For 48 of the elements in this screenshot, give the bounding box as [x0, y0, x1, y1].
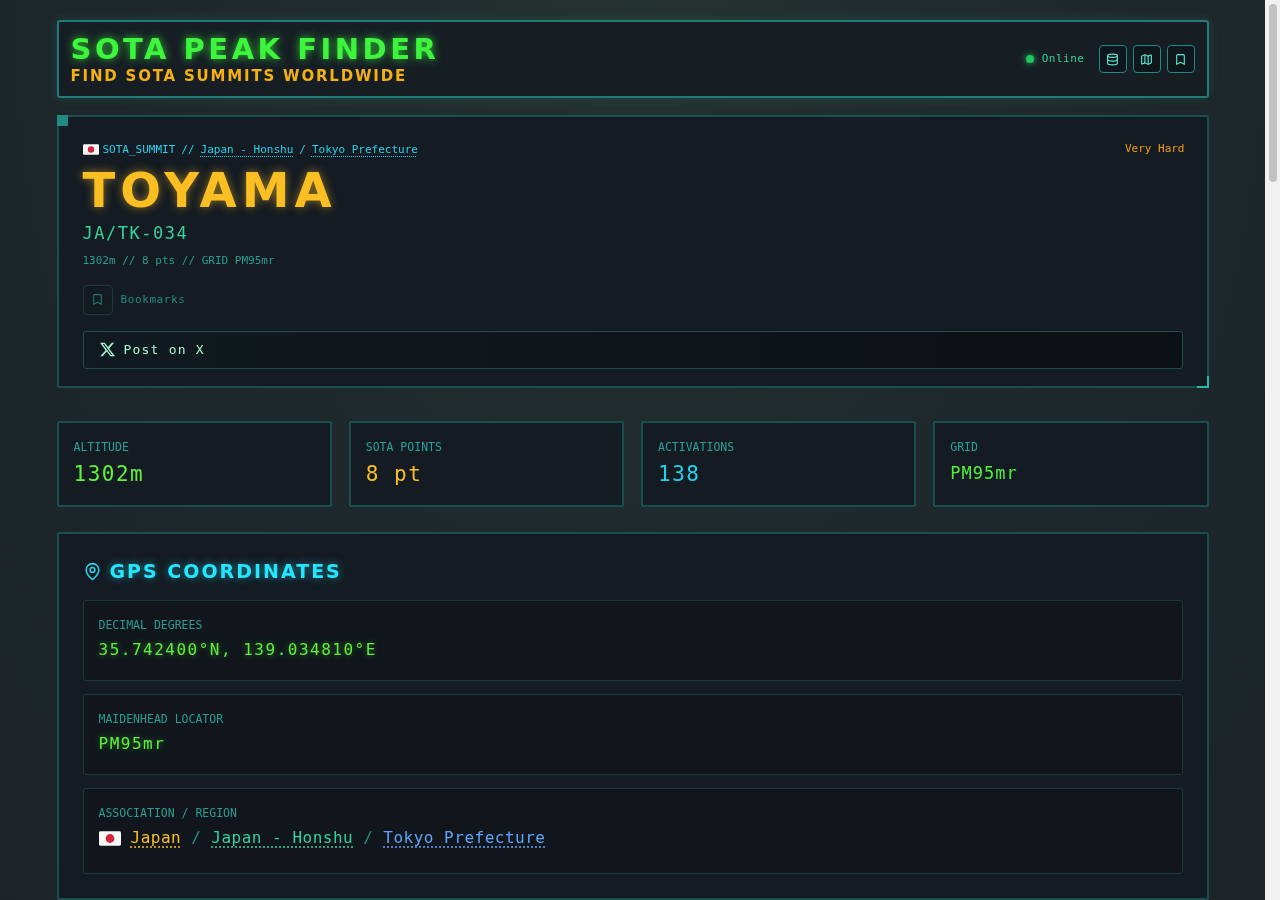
bookmarks-button[interactable] — [1166, 45, 1195, 74]
post-on-x-button[interactable]: Post on X — [82, 330, 1183, 369]
region-separator: / — [363, 827, 374, 849]
database-icon — [1106, 52, 1119, 66]
summit-details: 1302m // 8 pts // GRID PM95mr — [82, 253, 276, 268]
breadcrumb-link[interactable]: Japan - Honshu — [200, 141, 294, 158]
breadcrumb-link[interactable]: Tokyo Prefecture — [311, 141, 418, 158]
region-link[interactable]: Japan - Honshu — [211, 827, 354, 849]
region-link[interactable]: Tokyo Prefecture — [383, 827, 546, 849]
bookmark-icon — [1174, 52, 1187, 66]
flag-icon — [82, 144, 99, 156]
stat-label: ACTIVATIONS — [658, 439, 736, 455]
difficulty-label: Very Hard — [1124, 141, 1185, 158]
bookmark-label: Bookmarks — [120, 291, 186, 308]
corner-accent-icon — [56, 115, 68, 127]
summit-name: TOYAMA — [82, 163, 338, 216]
coordinate-label: ASSOCIATION / REGION — [98, 805, 238, 821]
stat-value: 138 — [658, 461, 702, 488]
status-label: Online — [1041, 50, 1085, 67]
gps-title: GPS COORDINATES — [109, 559, 342, 583]
bookmark-toggle[interactable] — [82, 284, 113, 315]
stat-label: GRID — [950, 439, 979, 455]
x-logo-icon — [99, 342, 115, 358]
flag-icon — [98, 830, 121, 846]
coordinate-label: DECIMAL DEGREES — [98, 617, 204, 633]
breadcrumb-separator: / — [299, 141, 306, 158]
stat-value: 8 pt — [365, 461, 424, 488]
stat-value: 1302m — [73, 461, 146, 488]
location-pin-icon — [82, 561, 102, 581]
app-subtitle: FIND SOTA SUMMITS WORLDWIDE — [70, 67, 408, 86]
summit-reference: JA/TK-034 — [82, 221, 190, 244]
region-link[interactable]: Japan — [130, 827, 182, 849]
breadcrumb-label: SOTA_SUMMIT — [102, 141, 176, 158]
database-button[interactable] — [1098, 45, 1127, 74]
scrollbar[interactable] — [1265, 0, 1280, 900]
stat-label: SOTA POINTS — [365, 439, 443, 455]
bookmark-icon — [91, 293, 104, 307]
stat-value: PM95mr — [950, 462, 1019, 484]
region-separator: / — [191, 827, 202, 849]
coordinate-value: 35.742400°N, 139.034810°E — [98, 639, 378, 661]
coordinate-label: MAIDENHEAD LOCATOR — [98, 711, 225, 727]
breadcrumb-separator: // — [181, 141, 195, 158]
corner-accent-icon — [1196, 376, 1209, 388]
map-button[interactable] — [1132, 45, 1161, 74]
app-title: SOTA PEAK FINDER — [70, 33, 440, 66]
stat-label: ALTITUDE — [73, 439, 130, 455]
map-icon — [1140, 52, 1153, 66]
coordinate-value: PM95mr — [98, 733, 167, 755]
